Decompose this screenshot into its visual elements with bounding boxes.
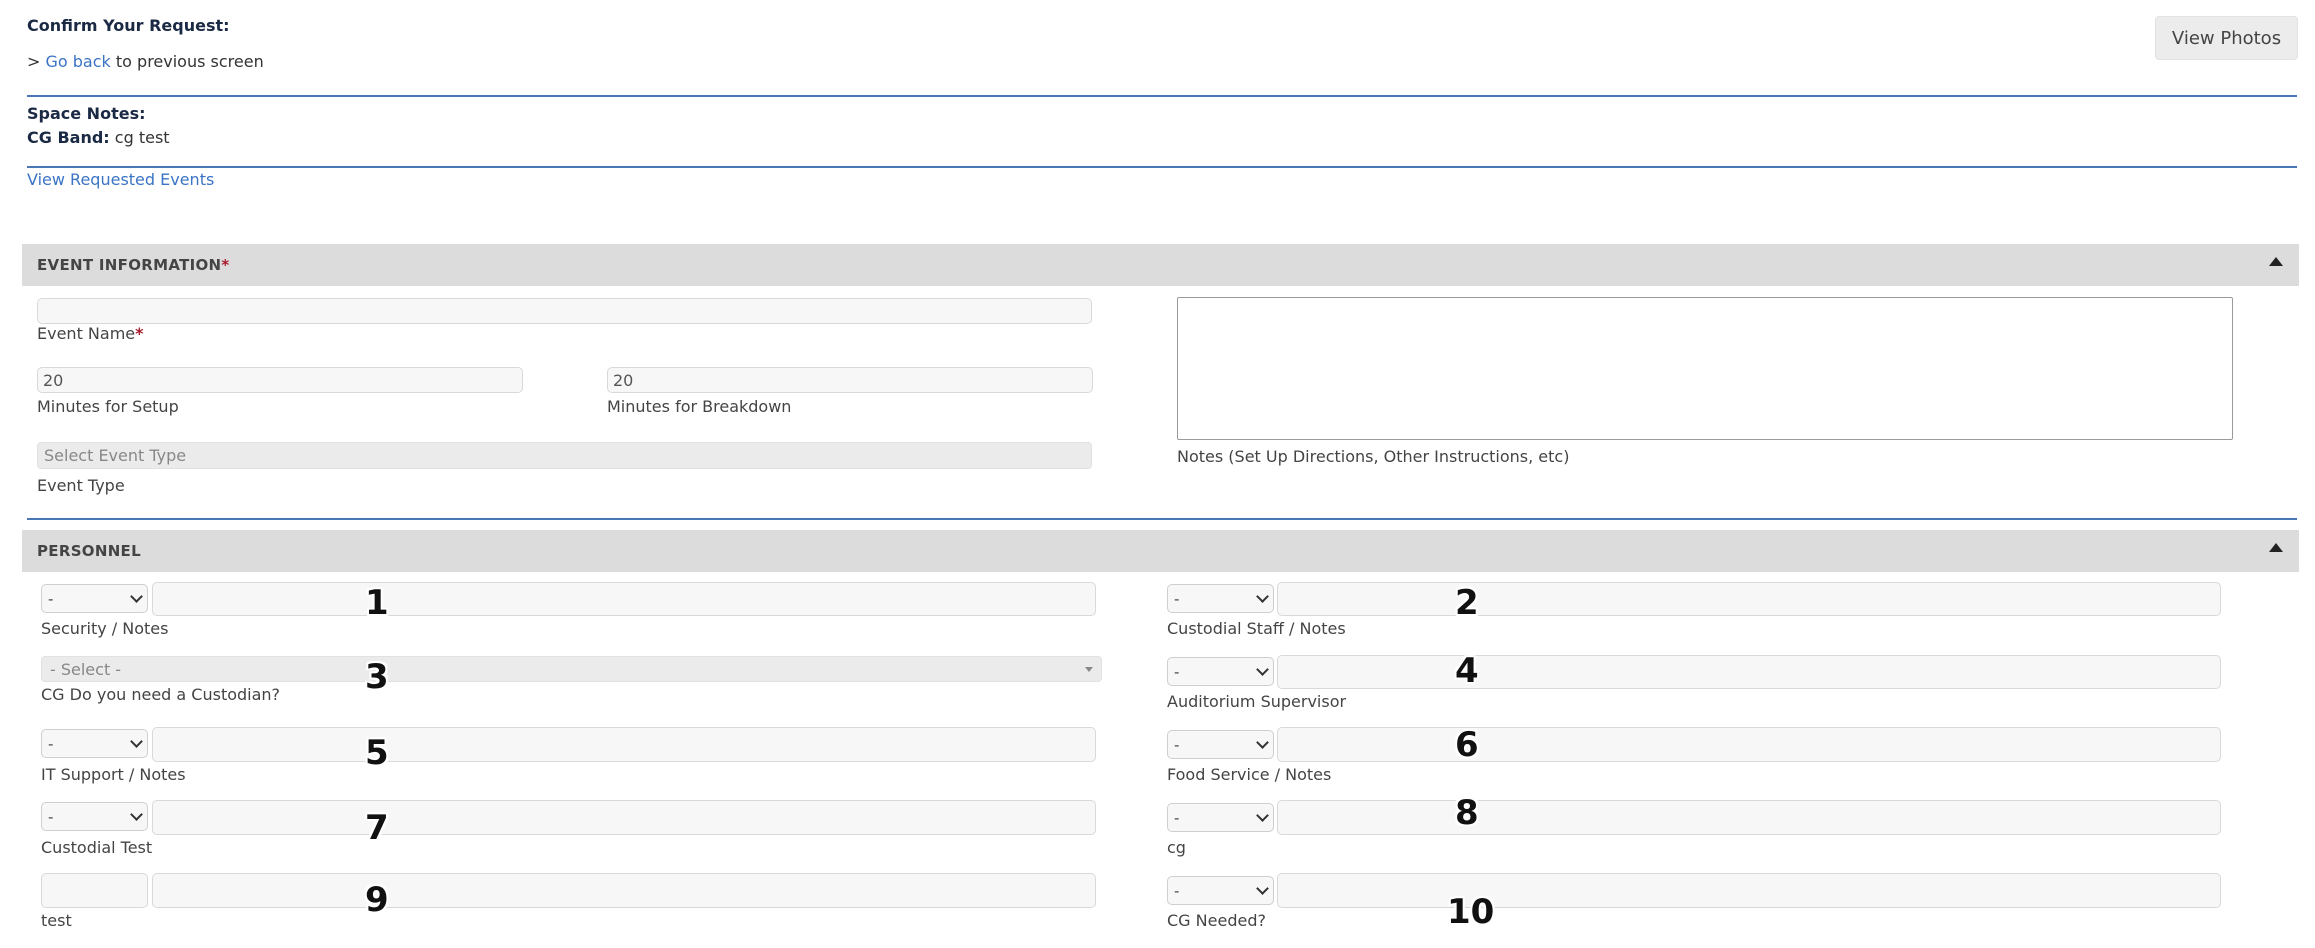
- marker-7: 7: [365, 808, 389, 848]
- auditorium-supervisor-notes-input[interactable]: [1277, 655, 2221, 689]
- select-value: -: [1174, 589, 1180, 608]
- marker-4: 4: [1455, 651, 1479, 691]
- auditorium-supervisor-label: Auditorium Supervisor: [1167, 692, 1347, 711]
- back-line: > Go back to previous screen: [27, 52, 264, 71]
- marker-8: 8: [1455, 793, 1479, 833]
- cg-notes-input[interactable]: [1277, 800, 2221, 835]
- setup-minutes-label: Minutes for Setup: [37, 397, 179, 416]
- notes-label: Notes (Set Up Directions, Other Instruct…: [1177, 447, 1570, 466]
- cg-needed-count-select[interactable]: -: [1167, 876, 1274, 905]
- divider: [27, 95, 2297, 97]
- cg-label: cg: [1167, 838, 1186, 857]
- divider: [27, 166, 2297, 168]
- marker-6: 6: [1455, 725, 1479, 765]
- it-support-notes-input[interactable]: [152, 727, 1096, 762]
- select-value: -: [48, 734, 54, 753]
- required-mark: *: [135, 324, 144, 343]
- view-photos-button[interactable]: View Photos: [2155, 16, 2298, 60]
- view-requested-events-link[interactable]: View Requested Events: [27, 170, 214, 189]
- divider: [27, 518, 2297, 520]
- it-support-notes-label: IT Support / Notes: [41, 765, 186, 784]
- select-value: -: [1174, 881, 1180, 900]
- marker-5: 5: [365, 733, 389, 773]
- personnel-header[interactable]: PERSONNEL: [22, 530, 2299, 572]
- test-quantity-input[interactable]: [41, 873, 148, 908]
- space-notes-label: Space Notes:: [27, 104, 146, 123]
- security-notes-label: Security / Notes: [41, 619, 169, 638]
- page-title: Confirm Your Request:: [27, 16, 230, 35]
- notes-textarea[interactable]: [1177, 297, 2233, 440]
- setup-minutes-input[interactable]: [37, 367, 523, 393]
- custodial-staff-notes-input[interactable]: [1277, 582, 2221, 616]
- cg-band-line: CG Band: cg test: [27, 128, 170, 147]
- custodial-test-notes-input[interactable]: [152, 800, 1096, 835]
- collapse-up-icon[interactable]: [2269, 543, 2283, 552]
- custodial-staff-notes-label: Custodial Staff / Notes: [1167, 619, 1346, 638]
- cg-needed-label: CG Needed?: [1167, 911, 1266, 930]
- custodial-test-count-select[interactable]: -: [41, 802, 148, 831]
- food-service-notes-input[interactable]: [1277, 727, 2221, 762]
- chevron-down-icon: [1256, 736, 1269, 749]
- food-service-count-select[interactable]: -: [1167, 730, 1274, 759]
- chevron-down-icon: [1256, 590, 1269, 603]
- cg-custodian-select[interactable]: - Select -: [41, 656, 1102, 682]
- section-title: PERSONNEL: [37, 542, 141, 560]
- chevron-down-icon: [1256, 663, 1269, 676]
- chevron-down-icon: [130, 735, 143, 748]
- test-label: test: [41, 911, 72, 930]
- custodial-test-label: Custodial Test: [41, 838, 153, 857]
- custodial-staff-count-select[interactable]: -: [1167, 584, 1274, 613]
- collapse-up-icon[interactable]: [2269, 257, 2283, 266]
- security-notes-input[interactable]: [152, 582, 1096, 616]
- event-type-label: Event Type: [37, 476, 125, 495]
- select-value: -: [1174, 662, 1180, 681]
- select-value: -: [1174, 735, 1180, 754]
- select-value: -: [1174, 808, 1180, 827]
- chevron-down-icon: [130, 590, 143, 603]
- auditorium-supervisor-select[interactable]: -: [1167, 657, 1274, 686]
- cg-count-select[interactable]: -: [1167, 803, 1274, 832]
- required-mark: *: [221, 256, 230, 274]
- test-notes-input[interactable]: [152, 873, 1096, 908]
- chevron-down-icon: [1256, 882, 1269, 895]
- food-service-notes-label: Food Service / Notes: [1167, 765, 1332, 784]
- event-name-input[interactable]: [37, 298, 1092, 324]
- cg-needed-notes-input[interactable]: [1277, 873, 2221, 908]
- marker-9: 9: [365, 880, 389, 920]
- caret-down-icon: [1085, 666, 1093, 672]
- breakdown-minutes-input[interactable]: [607, 367, 1093, 393]
- cg-custodian-placeholder: - Select -: [50, 659, 122, 679]
- chevron-down-icon: [130, 808, 143, 821]
- cg-band-value: cg test: [114, 128, 170, 147]
- back-prefix: >: [27, 52, 41, 71]
- it-support-count-select[interactable]: -: [41, 729, 148, 758]
- go-back-link[interactable]: Go back: [46, 52, 111, 71]
- marker-3: 3: [365, 657, 389, 697]
- cg-band-label: CG Band:: [27, 128, 110, 147]
- section-title: EVENT INFORMATION*: [37, 256, 230, 274]
- marker-10: 10: [1447, 892, 1495, 932]
- security-count-select[interactable]: -: [41, 584, 148, 613]
- back-suffix: to previous screen: [115, 52, 264, 71]
- chevron-down-icon: [1256, 809, 1269, 822]
- event-information-header[interactable]: EVENT INFORMATION*: [22, 244, 2299, 286]
- event-name-label: Event Name*: [37, 324, 144, 343]
- select-value: -: [48, 589, 54, 608]
- select-value: -: [48, 807, 54, 826]
- breakdown-minutes-label: Minutes for Breakdown: [607, 397, 792, 416]
- marker-2: 2: [1455, 583, 1479, 623]
- event-name-label-text: Event Name: [37, 324, 136, 343]
- marker-1: 1: [365, 583, 389, 623]
- event-type-placeholder: Select Event Type: [44, 446, 187, 465]
- event-type-select[interactable]: Select Event Type: [37, 442, 1092, 469]
- cg-custodian-label: CG Do you need a Custodian?: [41, 685, 281, 704]
- section-title-text: EVENT INFORMATION: [37, 256, 222, 274]
